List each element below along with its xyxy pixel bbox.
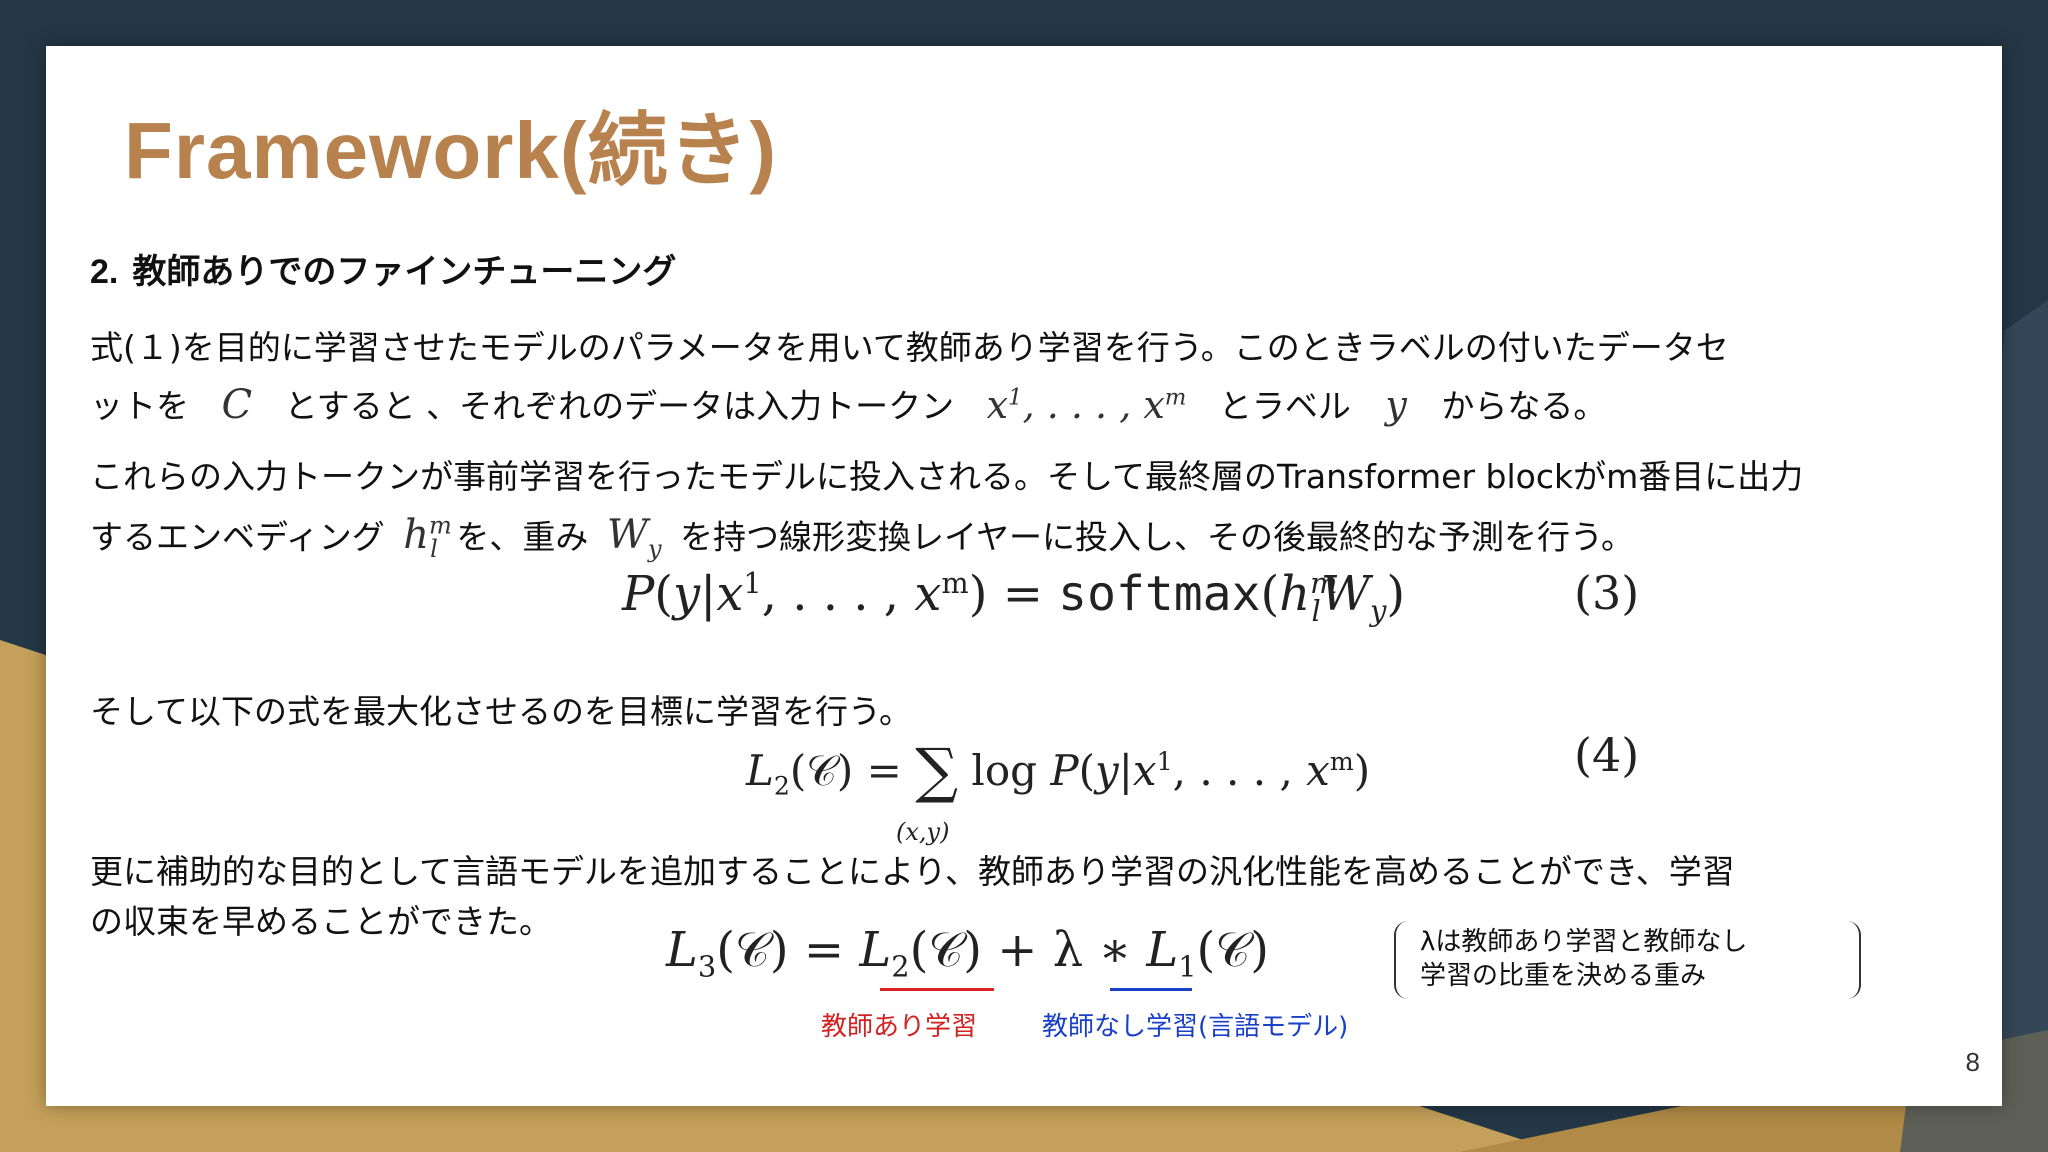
symbol-embedding-h: hml [403, 512, 452, 564]
symbol-weight-w: Wy [606, 512, 662, 564]
heading-text: 教師ありでのファインチューニング [132, 252, 677, 292]
equation-4: L2(𝒞) = ∑ log P(y|x1, . . . , xm) [746, 736, 1371, 806]
para2-line1: これらの入力トークンが事前学習を行ったモデルに投入される。そして最終層のTran… [90, 457, 1804, 496]
section-heading: 2. 教師ありでのファインチューニング [90, 244, 676, 293]
para3: そして以下の式を最大化させるのを目標に学習を行う。 [90, 692, 913, 731]
para1-line2: ットを C とすると 、それぞれのデータは入力トークン x1, . . . , … [90, 381, 1607, 428]
para2-line2: するエンベディング hml を、重み Wy を持つ線形変換レイヤーに投入し、その… [90, 512, 1635, 564]
slide: Framework(続き) 2. 教師ありでのファインチューニング 式(１)を目的… [46, 46, 2002, 1106]
symbol-input-tokens: x1, . . . , xm [986, 382, 1187, 427]
label-unsupervised: 教師なし学習(言語モデル) [1042, 1012, 1349, 1042]
para1-line1: 式(１)を目的に学習させたモデルのパラメータを用いて教師あり学習を行う。このとき… [90, 328, 1729, 367]
equation-3-number: (3) [1574, 566, 1640, 620]
label-supervised: 教師あり学習 [821, 1012, 978, 1042]
para4-line2: の収束を早めることができた。 [90, 902, 552, 941]
equation-4-subscript: (x,y) [896, 818, 950, 846]
supervised-underline [880, 988, 994, 991]
symbol-label-y: y [1385, 382, 1407, 427]
equation-l3: L3(𝒞) = L2(𝒞) + λ ∗ L1(𝒞) [666, 922, 1269, 984]
lambda-note-line1: λは教師あり学習と教師なし [1420, 927, 1748, 957]
heading-number: 2. [90, 253, 119, 291]
slide-title: Framework(続き) [124, 106, 778, 195]
page-number: 8 [1965, 1047, 1980, 1077]
equation-3: P(y|x1, . . . , xm) = softmax(hmlWy) [622, 566, 1406, 628]
symbol-dataset-c: C [221, 381, 253, 428]
lambda-note: λは教師あり学習と教師なし 学習の比重を決める重み [1394, 921, 1861, 999]
lambda-note-line2: 学習の比重を決める重み [1420, 961, 1707, 991]
unsupervised-underline [1110, 988, 1192, 991]
para4-line1: 更に補助的な目的として言語モデルを追加することにより、教師あり学習の汎化性能を高… [90, 852, 1735, 891]
equation-4-number: (4) [1574, 728, 1640, 782]
